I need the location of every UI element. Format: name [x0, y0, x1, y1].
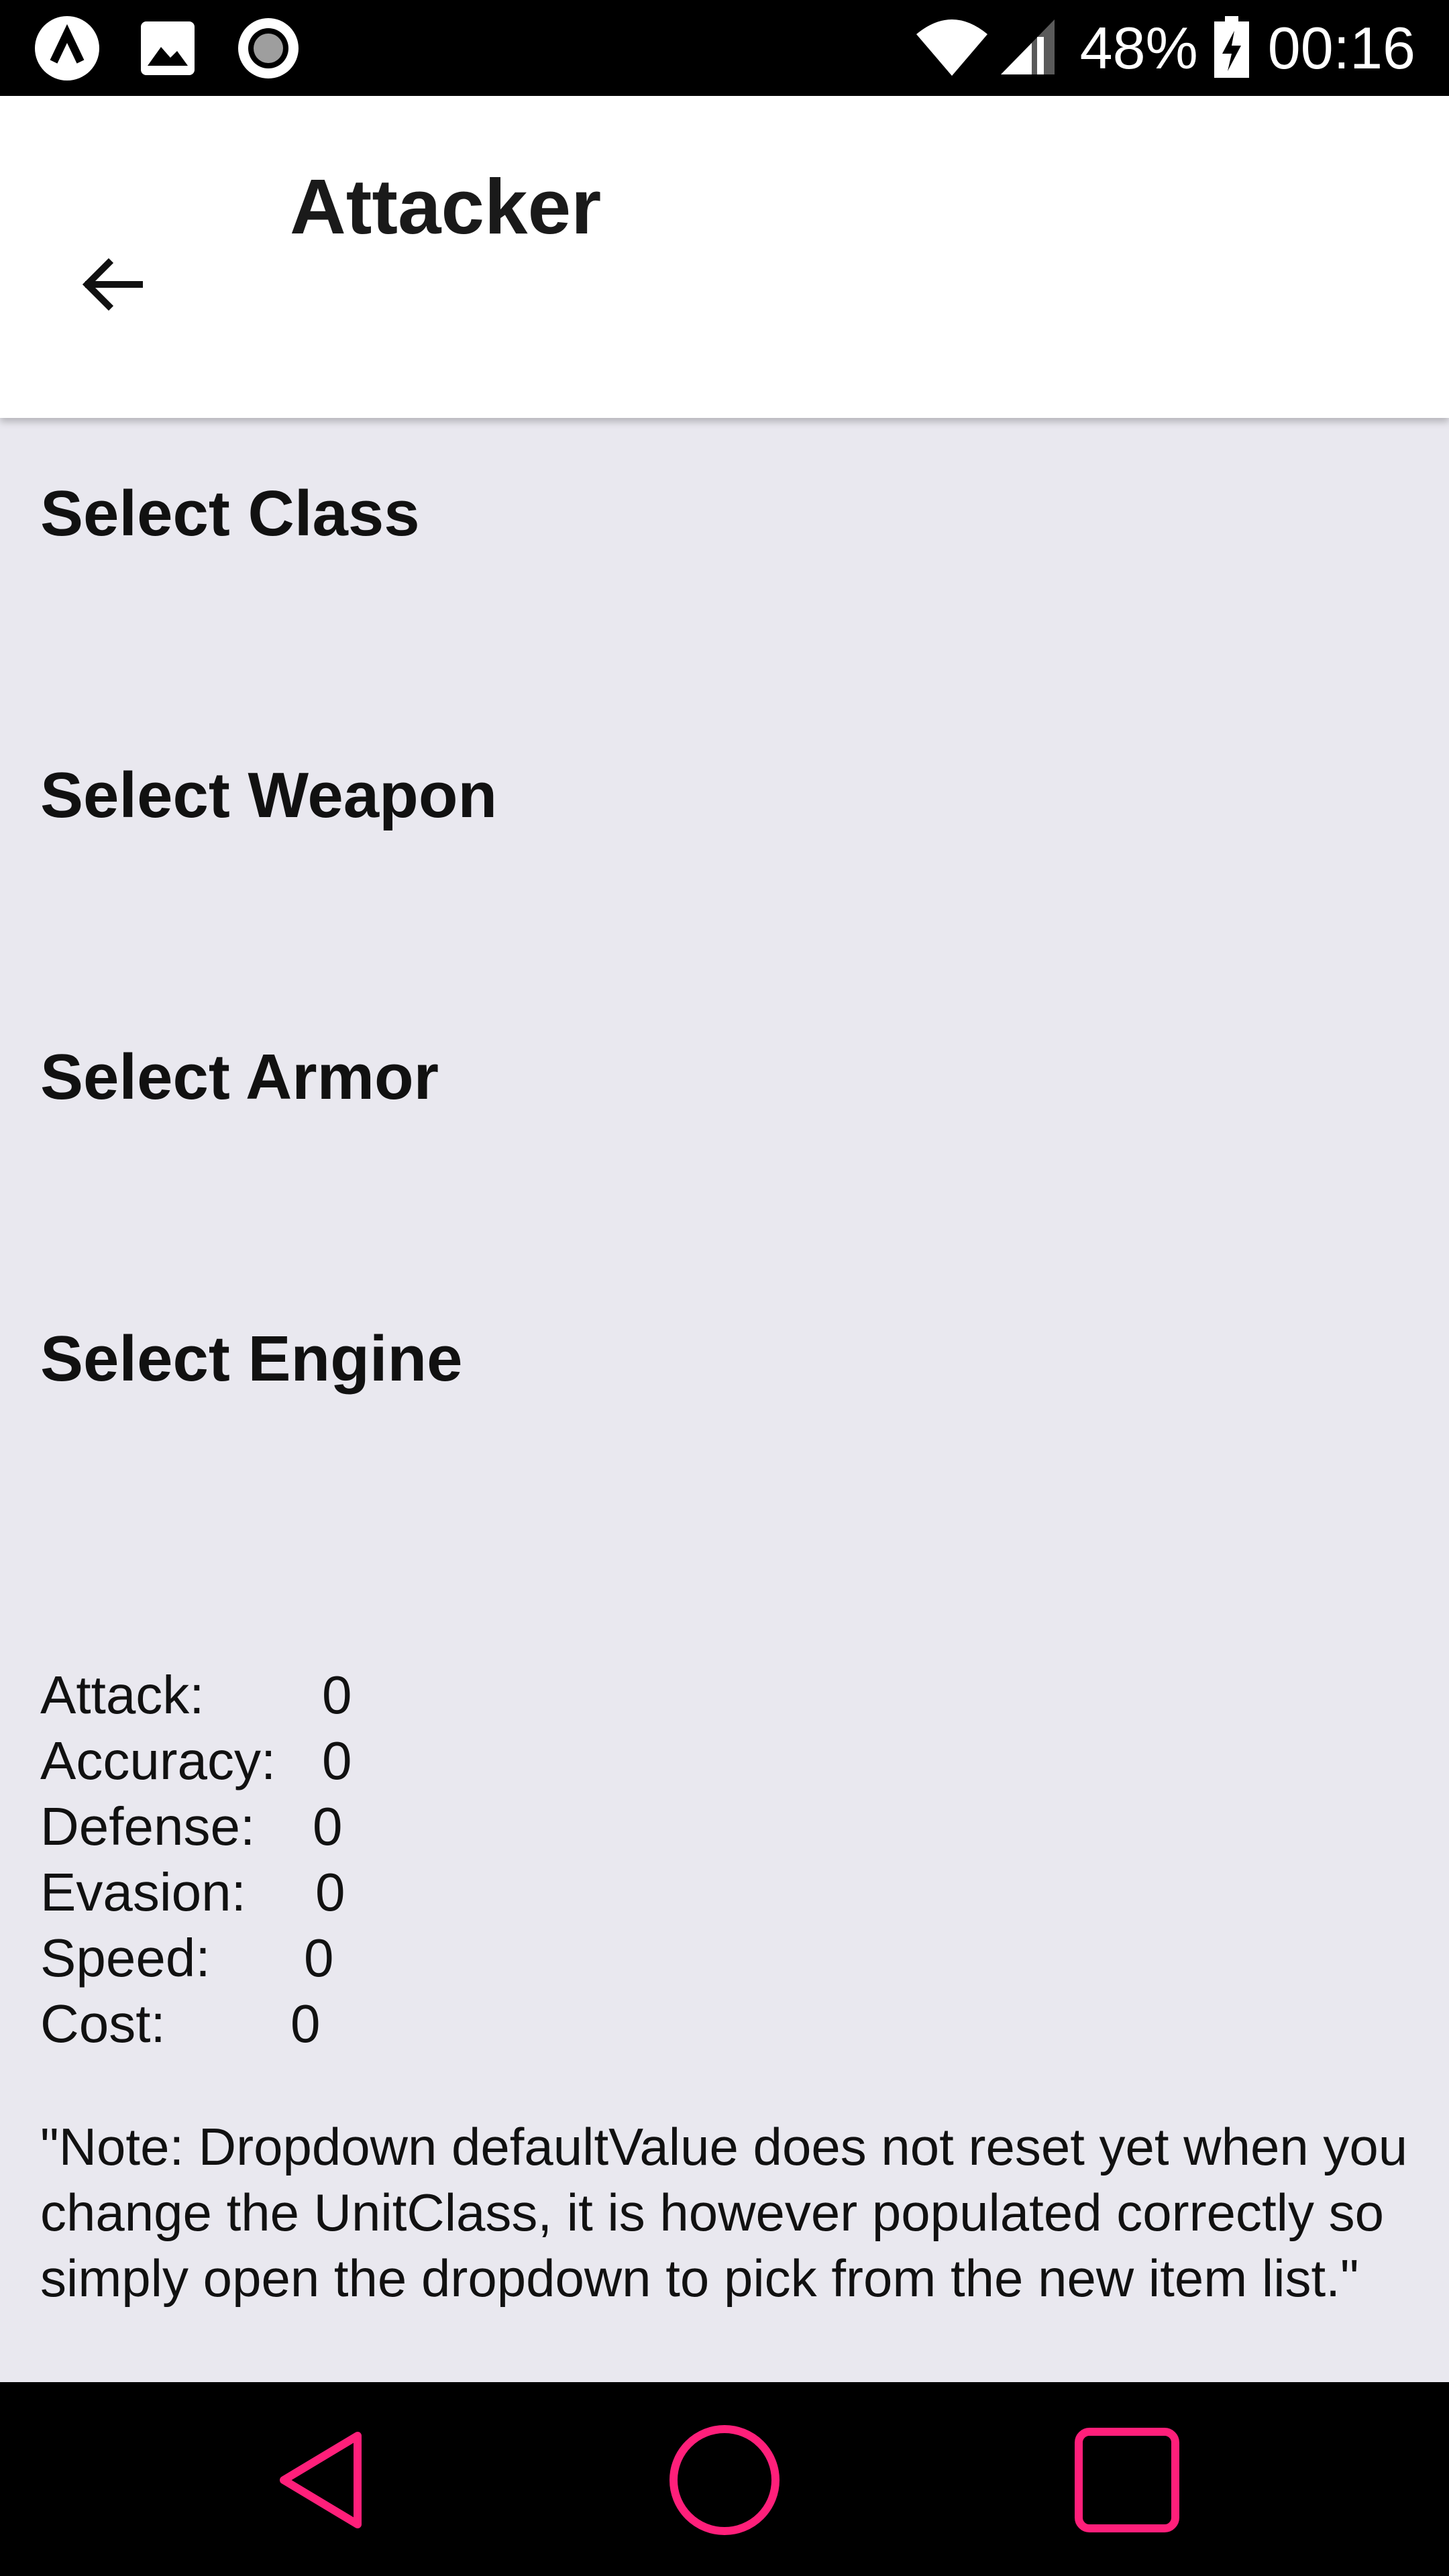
select-engine-label: Select Engine	[40, 1323, 463, 1395]
nav-recents-icon	[1073, 2426, 1181, 2537]
back-button[interactable]	[66, 239, 160, 333]
wifi-icon	[915, 17, 989, 80]
stat-label: Speed:	[40, 1928, 211, 1988]
nav-home-button[interactable]	[657, 2414, 792, 2548]
armor-dropdown[interactable]	[40, 1122, 1409, 1256]
battery-charging-icon	[1213, 15, 1250, 83]
battery-percent: 48%	[1079, 15, 1198, 81]
stat-label: Evasion:	[40, 1862, 246, 1922]
nav-home-icon	[667, 2423, 782, 2540]
nav-back-icon	[272, 2426, 372, 2537]
nav-recents-button[interactable]	[1060, 2414, 1194, 2548]
app-bar: Attacker	[0, 96, 1449, 418]
select-weapon-label: Select Weapon	[40, 759, 498, 831]
app-logo-icon	[32, 13, 102, 83]
note-text: "Note: Dropdown defaultValue does not re…	[40, 2117, 1408, 2308]
stat-label: Accuracy:	[40, 1731, 276, 1790]
signal-icon	[998, 17, 1057, 80]
status-bar-notifications	[32, 13, 303, 83]
record-icon	[233, 13, 303, 83]
select-class-label: Select Class	[40, 478, 420, 549]
nav-back-button[interactable]	[255, 2414, 389, 2548]
stat-value: 0	[315, 1862, 345, 1922]
stat-label: Cost:	[40, 1994, 166, 2053]
content: Select Class Select Weapon Select Armor …	[0, 418, 1449, 2382]
stat-label: Defense:	[40, 1796, 256, 1856]
stat-value: 0	[290, 1994, 321, 2053]
stat-value: 0	[322, 1731, 352, 1790]
stat-value: 0	[322, 1665, 352, 1725]
arrow-back-icon	[79, 251, 146, 321]
select-armor-label: Select Armor	[40, 1041, 439, 1113]
engine-dropdown[interactable]	[40, 1404, 1409, 1538]
navigation-bar	[0, 2382, 1449, 2576]
image-icon	[133, 13, 203, 83]
page-title: Attacker	[290, 163, 602, 250]
status-bar: 48% 00:16	[0, 0, 1449, 96]
weapon-dropdown[interactable]	[40, 841, 1409, 975]
stat-label: Attack:	[40, 1665, 205, 1725]
stat-value: 0	[304, 1928, 334, 1988]
clock: 00:16	[1267, 15, 1415, 81]
status-bar-system: 48% 00:16	[915, 13, 1415, 83]
class-dropdown[interactable]	[40, 559, 1409, 693]
stat-value: 0	[313, 1796, 343, 1856]
